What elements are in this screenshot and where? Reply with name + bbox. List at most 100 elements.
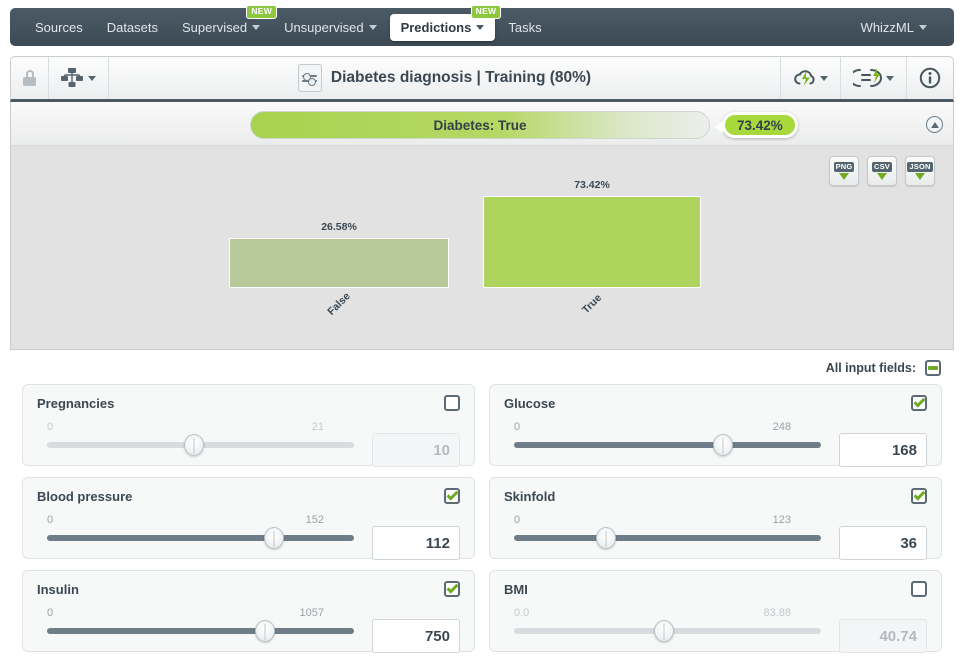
chevron-down-icon xyxy=(919,24,927,30)
toolbar-actions xyxy=(780,57,953,99)
slider-min-label: 0 xyxy=(514,514,521,526)
slider-track[interactable] xyxy=(47,620,354,642)
field-body: 0 123 36 xyxy=(504,514,927,560)
field-enable-checkbox[interactable] xyxy=(444,395,460,411)
account-menu-item[interactable]: WhizzML xyxy=(850,14,938,41)
field-value: 112 xyxy=(425,534,450,552)
nav-item-label: Datasets xyxy=(106,19,159,35)
bar-category-label: True xyxy=(579,291,605,317)
nav-item-tasks[interactable]: Tasks xyxy=(497,14,552,41)
field-value-input[interactable]: 10 xyxy=(372,433,460,467)
slider-track[interactable] xyxy=(514,527,821,549)
field-slider[interactable]: 0.0 83.88 xyxy=(504,607,833,642)
field-slider[interactable]: 0 248 xyxy=(504,421,833,456)
slider-track[interactable] xyxy=(47,434,354,456)
field-name-label: Skinfold xyxy=(504,488,556,504)
nav-item-predictions[interactable]: Predictions NEW xyxy=(389,4,502,41)
field-header: Blood pressure xyxy=(37,488,460,504)
field-value-input[interactable]: 40.74 xyxy=(839,619,927,653)
field-header: Skinfold xyxy=(504,488,927,504)
field-enable-checkbox[interactable] xyxy=(911,488,927,504)
all-input-fields-checkbox[interactable] xyxy=(925,360,941,376)
nav-item-sources[interactable]: Sources xyxy=(24,14,94,41)
batch-prediction-button[interactable] xyxy=(780,57,840,99)
lock-button[interactable] xyxy=(11,57,49,99)
field-enable-checkbox[interactable] xyxy=(444,488,460,504)
slider-max-label: 248 xyxy=(772,421,791,433)
field-header: BMI xyxy=(504,581,927,597)
chart-bar[interactable] xyxy=(483,196,701,288)
field-enable-checkbox[interactable] xyxy=(911,581,927,597)
field-value-input[interactable]: 112 xyxy=(372,526,460,560)
collapse-chart-button[interactable] xyxy=(926,116,943,133)
main-navbar: Sources Datasets Supervised NEW Unsupervised… xyxy=(10,4,954,46)
field-value-input[interactable]: 168 xyxy=(839,433,927,467)
nav-item-label: Sources xyxy=(35,19,83,35)
resource-title: Diabetes diagnosis | Training (80%) xyxy=(109,64,780,92)
input-field-blood-pressure: Blood pressure 0 152 112 xyxy=(22,477,475,560)
field-enable-checkbox[interactable] xyxy=(911,395,927,411)
chevron-down-icon xyxy=(88,75,96,81)
slider-max-label: 1057 xyxy=(299,607,324,619)
slider-min-label: 0 xyxy=(47,514,54,526)
field-name-label: Pregnancies xyxy=(37,395,115,411)
nav-item-supervised[interactable]: Supervised NEW xyxy=(171,4,278,41)
slider-handle[interactable] xyxy=(254,620,275,642)
prediction-probability-badge: 73.42% xyxy=(714,112,798,138)
lock-icon xyxy=(23,70,36,86)
slider-max-label: 123 xyxy=(772,514,791,526)
nav-item-label: Tasks xyxy=(508,19,542,35)
field-name-label: Glucose xyxy=(504,395,556,411)
resource-toolbar: Diabetes diagnosis | Training (80%) xyxy=(10,56,954,102)
equals-lightning-icon xyxy=(853,68,882,87)
nav-item-unsupervised[interactable]: Unsupervised xyxy=(273,14,388,41)
nav-item-label: Predictions xyxy=(400,19,472,35)
input-field-skinfold: Skinfold 0 123 36 xyxy=(489,477,942,560)
slider-handle[interactable] xyxy=(654,620,675,642)
chart-bar-group: 26.58% False xyxy=(229,221,449,318)
field-enable-checkbox[interactable] xyxy=(444,581,460,597)
prediction-label: Diabetes: True xyxy=(433,117,527,133)
bar-category-label: False xyxy=(325,290,353,318)
field-body: 0 21 10 xyxy=(37,421,460,467)
field-slider[interactable]: 0 21 xyxy=(37,421,366,456)
chart-bar-group: 73.42% True xyxy=(483,179,701,316)
account-menu[interactable]: WhizzML xyxy=(850,14,954,41)
page-title: Diabetes diagnosis | Training (80%) xyxy=(330,69,592,86)
all-input-fields-control: All input fields: xyxy=(826,360,941,376)
slider-handle[interactable] xyxy=(184,434,205,456)
slider-track[interactable] xyxy=(47,527,354,549)
probability-bar-chart: 26.58% False 73.42% True xyxy=(11,146,955,350)
model-selector-button[interactable] xyxy=(49,57,109,99)
field-slider[interactable]: 0 123 xyxy=(504,514,833,549)
chevron-down-icon xyxy=(252,24,261,30)
field-name-label: BMI xyxy=(504,581,528,597)
chevron-down-icon xyxy=(886,75,894,81)
prediction-probability: 73.42% xyxy=(737,117,783,133)
nav-items: Sources Datasets Supervised NEW Unsupervised… xyxy=(10,4,553,41)
info-button[interactable] xyxy=(906,57,953,99)
slider-max-label: 83.88 xyxy=(763,607,791,619)
collapse-up-icon xyxy=(930,121,939,128)
field-value-input[interactable]: 36 xyxy=(839,526,927,560)
slider-handle[interactable] xyxy=(596,527,617,549)
all-input-fields-label: All input fields: xyxy=(825,361,916,375)
slider-handle[interactable] xyxy=(712,434,733,456)
slider-min-label: 0.0 xyxy=(514,607,530,619)
chevron-down-icon xyxy=(820,75,828,81)
chevron-down-icon xyxy=(476,24,485,30)
prediction-page: Sources Datasets Supervised NEW Unsupervised… xyxy=(0,0,963,672)
slider-handle[interactable] xyxy=(264,527,285,549)
field-value: 40.74 xyxy=(879,627,917,645)
slider-min-label: 0 xyxy=(47,421,54,433)
nav-item-datasets[interactable]: Datasets xyxy=(96,14,169,41)
field-value-input[interactable]: 750 xyxy=(372,619,460,653)
evaluate-button[interactable] xyxy=(840,57,906,99)
slider-track[interactable] xyxy=(514,434,821,456)
prediction-result-bar: Diabetes: True xyxy=(250,111,710,139)
slider-track[interactable] xyxy=(514,620,821,642)
chart-bar[interactable] xyxy=(229,238,449,288)
field-slider[interactable]: 0 152 xyxy=(37,514,366,549)
field-body: 0 152 112 xyxy=(37,514,460,560)
field-slider[interactable]: 0 1057 xyxy=(37,607,366,642)
